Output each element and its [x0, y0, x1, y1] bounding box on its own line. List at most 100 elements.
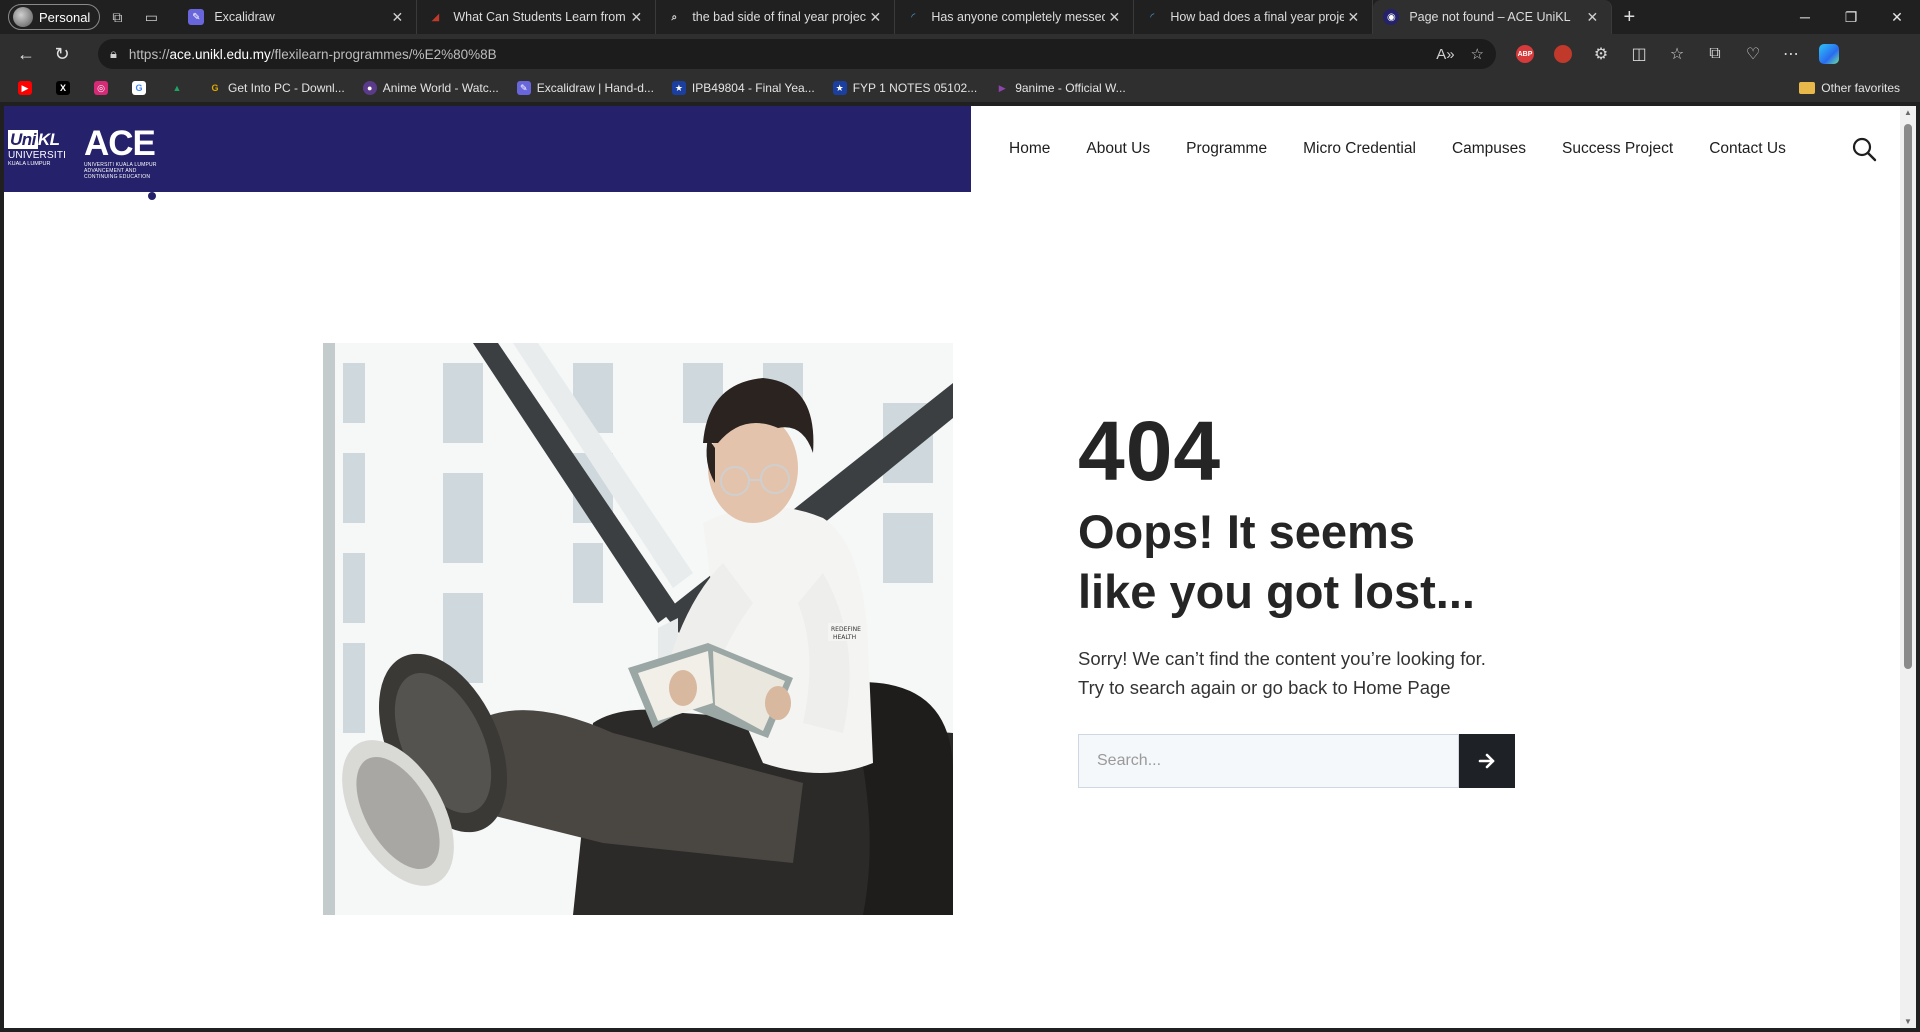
bookmark-google[interactable]: G — [126, 76, 158, 100]
close-icon[interactable]: ✕ — [1344, 9, 1362, 26]
restore-icon[interactable]: ❐ — [1828, 0, 1874, 34]
collections-icon[interactable]: ⧉ — [1696, 36, 1734, 72]
logo-text: UNIVERSITI — [8, 150, 67, 161]
svg-text:REDEFINE: REDEFINE — [831, 626, 861, 633]
back-icon[interactable]: ← — [8, 36, 44, 72]
bookmark-label: FYP 1 NOTES 05102... — [852, 81, 978, 95]
workspaces-icon[interactable]: ⧉ — [100, 0, 134, 34]
error-code: 404 — [1078, 404, 1222, 498]
tab-actions-icon[interactable]: ▭ — [134, 0, 168, 34]
nav-success-project[interactable]: Success Project — [1562, 140, 1673, 158]
other-favorites-folder[interactable]: Other favorites — [1793, 76, 1906, 100]
extensions-icon[interactable]: ⚙ — [1582, 36, 1620, 72]
folder-icon — [1799, 82, 1816, 94]
bookmark-fyp-notes[interactable]: ★ FYP 1 NOTES 05102... — [827, 76, 984, 100]
logo-text: ACE — [84, 124, 156, 163]
bookmark-9anime[interactable]: ▶ 9anime - Official W... — [989, 76, 1131, 100]
bookmark-x[interactable]: X — [50, 76, 82, 100]
unikl-logo[interactable]: Uni KL UNIVERSITI KUALA LUMPUR — [8, 130, 72, 174]
copilot-icon[interactable] — [1810, 36, 1848, 72]
bookmark-instagram[interactable]: ◎ — [88, 76, 120, 100]
minimize-icon[interactable]: ─ — [1782, 0, 1828, 34]
scrollbar-thumb[interactable] — [1904, 124, 1912, 669]
close-icon[interactable]: ✕ — [388, 9, 406, 26]
read-aloud-icon[interactable]: A» — [1436, 46, 1454, 63]
tab-excalidraw[interactable]: ✎ Excalidraw ✕ — [178, 0, 418, 34]
tab-list: ✎ Excalidraw ✕ ◢ What Can Students Learn… — [178, 0, 1613, 34]
search-icon[interactable] — [1851, 136, 1877, 162]
url-host: ace.unikl.edu.my — [169, 46, 271, 62]
star-icon: ★ — [671, 81, 686, 95]
logo-text: CONTINUING EDUCATION — [84, 174, 151, 180]
bookmarks-bar: ▶ X ◎ G ▲ G Get Into PC - Downl... ● Anime… — [0, 74, 1920, 102]
arrow-right-icon — [1478, 753, 1495, 769]
error-description: Sorry! We can’t find the content you’re … — [1078, 644, 1528, 702]
play-icon: ▶ — [998, 82, 1006, 93]
nav-about-us[interactable]: About Us — [1086, 140, 1150, 158]
more-menu-icon[interactable]: ⋯ — [1772, 36, 1810, 72]
tab-title: How bad does a final year projec — [1170, 10, 1345, 24]
instagram-icon: ◎ — [94, 81, 108, 95]
close-icon[interactable]: ✕ — [1105, 9, 1123, 26]
youtube-icon: ▶ — [18, 81, 32, 95]
favorite-star-icon[interactable]: ☆ — [1471, 45, 1484, 63]
bookmark-animeworld[interactable]: ● Anime World - Watc... — [357, 76, 505, 100]
address-bar[interactable]: 🔒︎ https://ace.unikl.edu.my/flexilearn-p… — [98, 39, 1496, 69]
refresh-icon[interactable]: ↻ — [44, 36, 80, 72]
brand-bar: Uni KL UNIVERSITI KUALA LUMPUR ACE UNIVER… — [4, 106, 971, 192]
nav-campuses[interactable]: Campuses — [1452, 140, 1526, 158]
adblock-extension-icon[interactable]: ABP — [1506, 36, 1544, 72]
page-scrollbar[interactable]: ▲ ▼ — [1900, 106, 1916, 1028]
student-reading-illustration: REDEFINE HEALTH — [323, 343, 953, 915]
nav-micro-credential[interactable]: Micro Credential — [1303, 140, 1416, 158]
split-screen-icon[interactable]: ◫ — [1620, 36, 1658, 72]
tab-title: What Can Students Learn from Fi — [453, 10, 628, 24]
bookmark-excalidraw[interactable]: ✎ Excalidraw | Hand-d... — [511, 76, 660, 100]
bookmark-label: Excalidraw | Hand-d... — [536, 81, 654, 95]
error-line-2: Try to search again or go back to Home P… — [1078, 677, 1451, 698]
loading-icon: ◜ — [1150, 11, 1155, 23]
scroll-down-icon[interactable]: ▼ — [1900, 1017, 1916, 1026]
search-input[interactable] — [1078, 734, 1459, 788]
extension-badge-icon[interactable] — [1544, 36, 1582, 72]
tab-title: the bad side of final year project — [692, 10, 867, 24]
search-submit-button[interactable] — [1459, 734, 1515, 788]
getintopc-icon: G — [211, 83, 219, 93]
bookmark-getintopc[interactable]: G Get Into PC - Downl... — [202, 76, 351, 100]
tab-title: Has anyone completely messed u — [931, 10, 1106, 24]
tab-messed-up[interactable]: ◜ Has anyone completely messed u ✕ — [895, 0, 1135, 34]
tab-page-not-found[interactable]: ◉ Page not found – ACE UniKL ✕ — [1373, 0, 1613, 34]
logo-text: Uni — [8, 130, 38, 149]
ace-logo[interactable]: ACE UNIVERSITI KUALA LUMPUR ADVANCEMENT … — [84, 124, 157, 181]
animeworld-icon: ● — [362, 81, 377, 95]
bookmark-label: 9anime - Official W... — [1015, 81, 1126, 95]
close-icon[interactable]: ✕ — [627, 9, 645, 26]
svg-text:HEALTH: HEALTH — [833, 634, 856, 641]
close-window-icon[interactable]: ✕ — [1874, 0, 1920, 34]
scroll-up-icon[interactable]: ▲ — [1900, 108, 1916, 117]
tab-title: Excalidraw — [214, 10, 275, 24]
nav-home[interactable]: Home — [1009, 140, 1050, 158]
close-icon[interactable]: ✕ — [866, 9, 884, 26]
bookmark-label: IPB49804 - Final Yea... — [691, 81, 815, 95]
search-form — [1078, 734, 1515, 788]
new-tab-button[interactable]: + — [1612, 0, 1646, 34]
close-icon[interactable]: ✕ — [1583, 9, 1601, 26]
search-icon: ⌕ — [671, 11, 678, 23]
lock-icon[interactable]: 🔒︎ — [110, 46, 117, 62]
x-icon: X — [56, 81, 70, 95]
tab-bad-side[interactable]: ⌕ the bad side of final year project ✕ — [656, 0, 896, 34]
bookmark-ipb49804[interactable]: ★ IPB49804 - Final Yea... — [666, 76, 821, 100]
bookmark-youtube[interactable]: ▶ — [12, 76, 44, 100]
bookmark-drive[interactable]: ▲ — [164, 76, 196, 100]
logo-text: KUALA LUMPUR — [8, 161, 51, 167]
favorites-icon[interactable]: ☆ — [1658, 36, 1696, 72]
browser-essentials-icon[interactable]: ♡ — [1734, 36, 1772, 72]
decorative-dot — [148, 192, 156, 200]
tab-how-bad[interactable]: ◜ How bad does a final year projec ✕ — [1134, 0, 1374, 34]
page-viewport: Uni KL UNIVERSITI KUALA LUMPUR ACE UNIVER… — [4, 106, 1900, 1028]
nav-contact-us[interactable]: Contact Us — [1709, 140, 1786, 158]
nav-programme[interactable]: Programme — [1186, 140, 1267, 158]
profile-button[interactable]: Personal — [8, 4, 101, 30]
tab-students-learn[interactable]: ◢ What Can Students Learn from Fi ✕ — [417, 0, 657, 34]
